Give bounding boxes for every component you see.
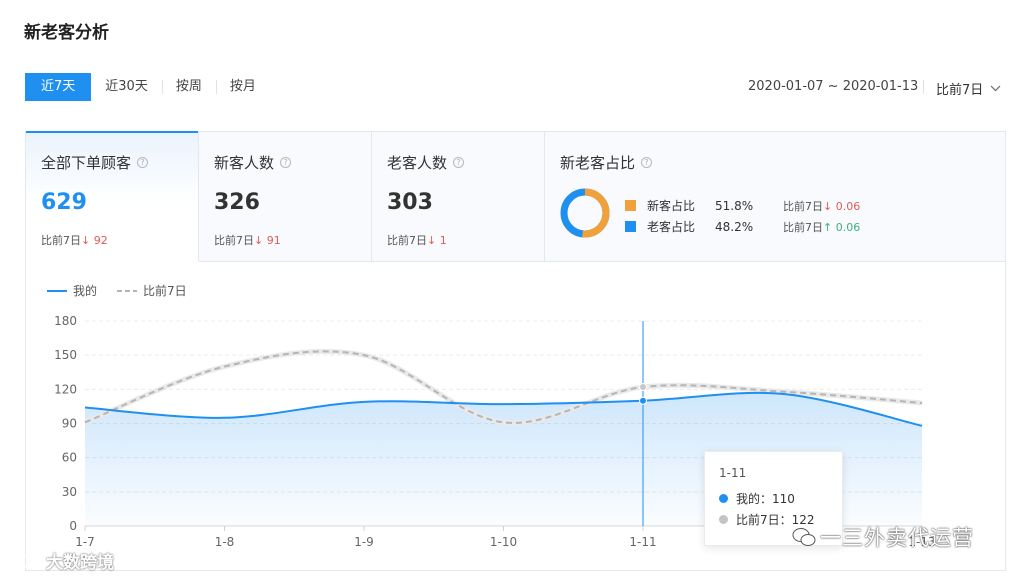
x-tick-label: 1-7 (75, 535, 95, 549)
divider (923, 80, 924, 94)
tab-by-week[interactable]: 按周 (161, 73, 216, 101)
wechat-icon (792, 528, 816, 546)
x-tick-label: 1-11 (629, 535, 656, 549)
y-tick-label: 180 (54, 314, 77, 328)
tooltip-row-mine: 我的： 110 (719, 488, 842, 509)
tab-last-7-days[interactable]: 近7天 (25, 73, 92, 101)
brand-logo-icon (9, 553, 45, 568)
date-range-display[interactable]: 2020-01-07 ~ 2020-01-13 (748, 79, 918, 94)
page-title: 新老客分析 (24, 23, 109, 43)
series-dot (719, 494, 728, 503)
y-tick-label: 150 (54, 348, 77, 362)
watermark-right: 一三外卖代运营 (792, 522, 974, 552)
compare-period-label: 比前7日 (936, 83, 984, 98)
date-filter-tabs: 近7天 近30天 按周 按月 (25, 73, 270, 101)
tooltip-value: 110 (772, 491, 795, 506)
y-tick-label: 0 (69, 519, 77, 533)
data-point-prev (639, 383, 647, 392)
tab-last-30-days[interactable]: 近30天 (91, 73, 162, 101)
trend-line-chart[interactable]: 03060901201501801-71-81-91-101-111-121-1… (26, 132, 1005, 570)
compare-period-select[interactable]: 比前7日 (936, 79, 1001, 98)
y-tick-label: 30 (62, 485, 77, 499)
y-tick-label: 90 (62, 417, 77, 431)
tab-by-month[interactable]: 按月 (215, 73, 270, 101)
data-point-mine (639, 396, 647, 405)
tooltip-title: 1-11 (719, 466, 747, 480)
new-old-customer-panel: 全部下单顾客? 629 比前7日↓ 92 新客人数? 326 比前7日↓ 91 … (25, 131, 1006, 571)
y-tick-label: 120 (54, 382, 77, 396)
x-tick-label: 1-9 (354, 535, 374, 549)
y-tick-label: 60 (62, 451, 77, 465)
watermark-left: 大数跨境 (8, 548, 114, 573)
series-dot (719, 515, 728, 524)
x-tick-label: 1-8 (215, 535, 235, 549)
x-tick-label: 1-10 (490, 535, 517, 549)
chevron-down-icon (990, 85, 1001, 92)
